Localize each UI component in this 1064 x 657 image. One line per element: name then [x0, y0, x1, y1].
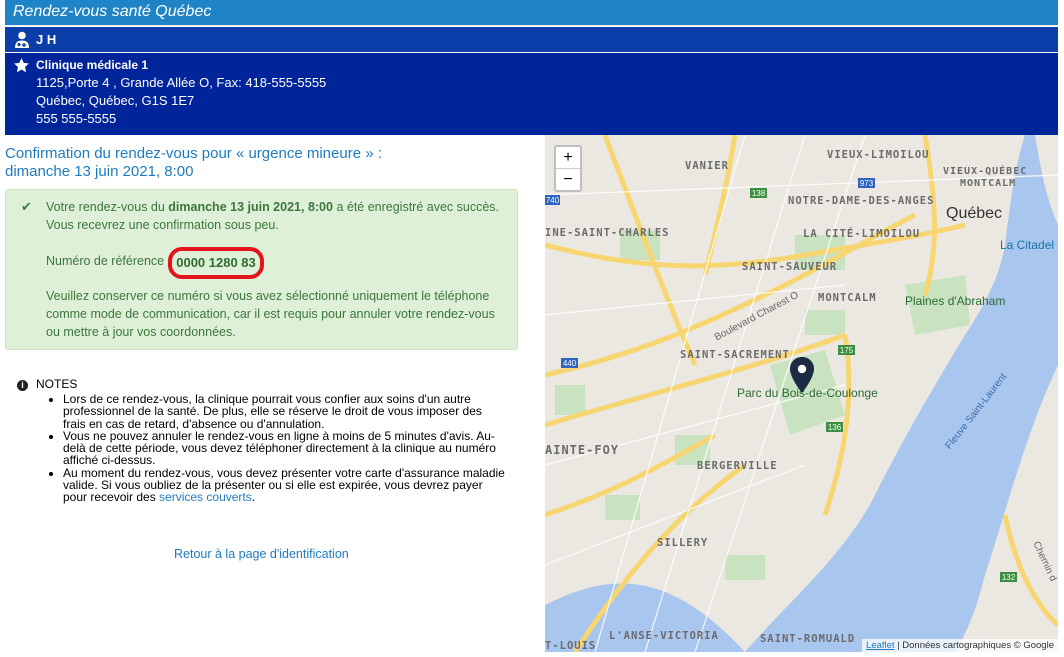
map-label-plaines: Plaines d'Abraham: [905, 294, 1006, 308]
map-label-vanier: VANIER: [685, 160, 729, 172]
map-label-saint-romuald: SAINT-ROMUALD: [760, 633, 856, 645]
route-shield-973: 973: [860, 179, 874, 188]
app-title: Rendez-vous santé Québec: [13, 3, 212, 20]
list-item: Vous ne pouvez annuler le rendez-vous en…: [63, 430, 507, 467]
star-icon: [14, 58, 29, 73]
list-item: Lors de ce rendez-vous, la clinique pour…: [63, 393, 507, 430]
success-message: Votre rendez-vous du dimanche 13 juin 20…: [46, 198, 501, 234]
map-label-saint-sauveur: SAINT-SAUVEUR: [742, 261, 838, 273]
map-label-vieux-quebec: VIEUX-QUÉBEC: [943, 166, 1028, 177]
route-shield-132: 132: [1002, 573, 1016, 582]
map-label-bergerville: BERGERVILLE: [697, 460, 778, 472]
map-label-anse-victoria: L'ANSE-VICTORIA: [609, 630, 719, 642]
map-label-sillery: SILLERY: [657, 537, 709, 549]
clinic-info: Clinique médicale 1 1125,Porte 4 , Grand…: [5, 53, 1058, 135]
map-label-citadelle: La Citadel: [1000, 238, 1055, 252]
services-covered-link[interactable]: services couverts: [159, 490, 252, 504]
leaflet-link[interactable]: Leaflet: [866, 640, 895, 651]
reference-label: Numéro de référence: [46, 254, 165, 268]
map-label-montcalm: MONTCALM: [818, 292, 877, 304]
route-shield-138: 138: [752, 189, 766, 198]
map-attribution: Leaflet | Données cartographiques © Goog…: [862, 639, 1058, 652]
map[interactable]: 138 973 740 175 136 440 132 VANIER VIEUX…: [545, 135, 1058, 652]
map-label-notre-dame: NOTRE-DAME-DES-ANGES: [788, 195, 935, 207]
route-shield-136: 136: [828, 423, 842, 432]
map-marker-icon[interactable]: [790, 357, 814, 393]
map-label-cite-limoilou: LA CITÉ-LIMOILOU: [803, 228, 921, 240]
confirmation-title-line2: dimanche 13 juin 2021, 8:00: [5, 163, 194, 180]
user-name: J H: [36, 32, 57, 47]
success-text-before: Votre rendez-vous du: [46, 200, 169, 214]
user-doctor-icon: [15, 31, 29, 48]
clinic-address-line1: 1125,Porte 4 , Grande Allée O, Fax: 418-…: [36, 75, 327, 90]
notes-list: Lors de ce rendez-vous, la clinique pour…: [17, 393, 507, 504]
success-alert: ✔ Votre rendez-vous du dimanche 13 juin …: [5, 189, 518, 350]
note-text: Au moment du rendez-vous, vous devez pré…: [63, 465, 505, 505]
zoom-out-button[interactable]: −: [556, 168, 580, 190]
info-icon: i: [17, 380, 28, 391]
app-header: Rendez-vous santé Québec: [5, 0, 1058, 26]
map-label-montcalm-top: MONTCALM: [960, 178, 1017, 189]
checkmark-icon: ✔: [21, 199, 32, 214]
success-date: dimanche 13 juin 2021, 8:00: [168, 200, 333, 214]
list-item: Au moment du rendez-vous, vous devez pré…: [63, 467, 507, 504]
note-suffix: .: [251, 490, 256, 505]
notes-heading: i NOTES: [17, 377, 507, 391]
map-label-quebec: Québec: [946, 205, 1003, 222]
zoom-control: + −: [554, 145, 582, 192]
clinic-phone: 555 555-5555: [36, 111, 117, 126]
clinic-address-line2: Québec, Québec, G1S 1E7: [36, 93, 195, 108]
route-shield-440: 740: [546, 196, 560, 205]
route-shield-440b: 440: [563, 359, 577, 368]
zoom-in-button[interactable]: +: [556, 147, 580, 168]
notes-heading-text: NOTES: [36, 377, 78, 391]
map-label-t-louis: T-LOUIS: [545, 640, 597, 652]
keep-notice: Veuillez conserver ce numéro si vous ave…: [46, 289, 495, 339]
map-label-vieux-limoilou: VIEUX-LIMOILOU: [827, 149, 930, 161]
reference-number: 0000 1280 83: [168, 247, 264, 279]
confirmation-title-line1: Confirmation du rendez-vous pour « urgen…: [5, 145, 382, 162]
clinic-name: Clinique médicale 1: [36, 58, 149, 72]
attribution-text: | Données cartographiques © Google: [894, 640, 1054, 651]
map-label-sainte-foy: AINTE-FOY: [545, 443, 620, 457]
confirmation-title: Confirmation du rendez-vous pour « urgen…: [5, 145, 525, 181]
map-label-saint-sacrement: SAINT-SACREMENT: [680, 349, 790, 361]
map-label-saint-charles: INE-SAINT-CHARLES: [545, 227, 670, 239]
return-to-identification-link[interactable]: Retour à la page d'identification: [174, 547, 349, 561]
route-shield-175: 175: [840, 346, 854, 355]
notes-section: i NOTES Lors de ce rendez-vous, la cliniq…: [17, 377, 507, 504]
user-bar: J H: [5, 27, 1058, 52]
